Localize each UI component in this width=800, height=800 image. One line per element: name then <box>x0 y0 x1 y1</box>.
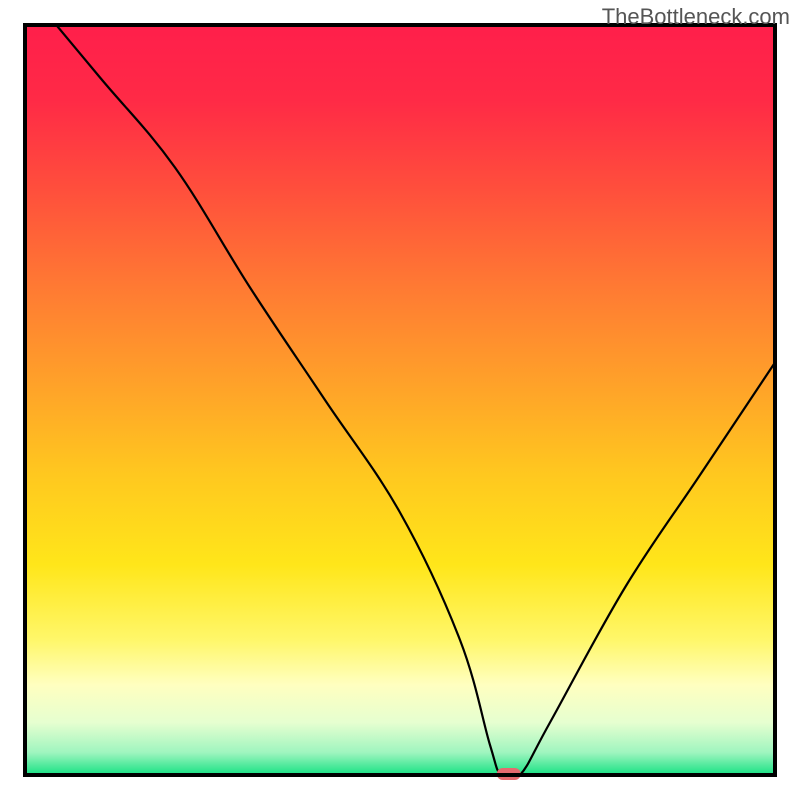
plot-background <box>25 25 775 775</box>
chart-container: TheBottleneck.com <box>0 0 800 800</box>
attribution-label: TheBottleneck.com <box>602 4 790 30</box>
bottleneck-chart <box>0 0 800 800</box>
